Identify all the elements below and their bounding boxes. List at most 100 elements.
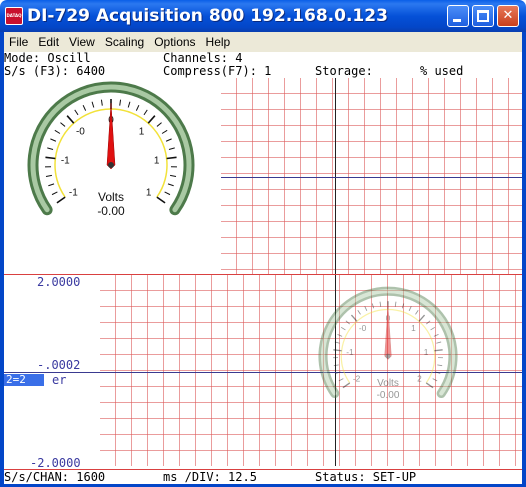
gauge-minor-tick — [47, 147, 54, 150]
maximize-icon — [477, 10, 489, 22]
status-line-2: S/s (F3): 6400 Compress(F7): 1 Storage: … — [4, 65, 522, 78]
sps-chan-label: S/s/CHAN: 1600 — [4, 470, 106, 484]
gauge-unit-label: Volts — [98, 190, 124, 204]
window-frame-right — [522, 32, 526, 487]
gauge-tick-label: -1 — [69, 187, 78, 198]
menu-edit[interactable]: Edit — [33, 32, 64, 52]
gauge-minor-tick — [91, 101, 95, 108]
gauge-minor-tick — [430, 326, 436, 331]
client-area: Mode: Oscill Channels: 4 S/s (F3): 6400 … — [4, 52, 522, 484]
gauge-minor-tick — [357, 309, 361, 315]
gauge-minor-tick — [100, 99, 103, 106]
close-icon: ✕ — [502, 8, 514, 23]
gauge-minor-tick — [74, 109, 79, 116]
gauge-tick-label: 1 — [146, 187, 152, 198]
gauge-minor-tick — [345, 320, 350, 325]
upper-cursor-line — [335, 78, 336, 274]
gauge-pivot — [108, 162, 114, 168]
gauge-minor-tick — [415, 309, 419, 315]
gauge-minor-tick — [119, 99, 122, 106]
gauge-tick-label: -0 — [359, 323, 367, 333]
gauge-minor-tick — [426, 320, 431, 325]
ms-div-label: ms /DIV: 12.5 — [163, 470, 257, 484]
menu-file[interactable]: File — [4, 32, 33, 52]
gauge-minor-tick — [433, 333, 439, 337]
gauge-minor-tick — [168, 147, 175, 150]
compress-label: Compress(F7): 1 — [163, 64, 272, 78]
gauge-major-tick — [425, 382, 434, 389]
analog-meter-faded[interactable]: -2-1-00112Volts-0.00 — [313, 284, 463, 420]
gauge-tick-label: -2 — [353, 373, 361, 383]
gauge-minor-tick — [334, 341, 340, 344]
app-logo-icon: DATAQ — [5, 7, 23, 25]
gauge-minor-tick — [435, 371, 441, 374]
gauge-major-tick — [333, 349, 342, 352]
gauge-tick-label: -1 — [346, 347, 354, 357]
gauge-major-tick — [342, 382, 351, 389]
status-label: Status: SET-UP — [315, 470, 417, 484]
menu-bar: File Edit View Scaling Options Help — [4, 32, 522, 52]
gauge-minor-tick — [371, 303, 375, 309]
gauge-major-tick — [418, 314, 426, 322]
menu-scaling[interactable]: Scaling — [100, 32, 149, 52]
menu-options[interactable]: Options — [149, 32, 200, 52]
gauge-minor-tick — [401, 303, 405, 309]
gauge-tick-label: 1 — [139, 127, 145, 138]
menu-help[interactable]: Help — [201, 32, 236, 52]
gauge-minor-tick — [45, 174, 52, 177]
gauge-minor-tick — [165, 138, 172, 142]
gauge-tick-label: -1 — [61, 156, 70, 167]
gauge-tick-label: -0 — [76, 127, 85, 138]
gauge-major-tick — [156, 196, 166, 204]
gauge-minor-tick — [54, 129, 61, 134]
gauge-minor-tick — [82, 104, 87, 111]
gauge-minor-tick — [364, 306, 368, 312]
gauge-tick-label: 1 — [154, 156, 160, 167]
analog-meter[interactable]: -1-1-00111Volts-0.00 — [21, 80, 201, 240]
gauge-major-tick — [166, 156, 177, 160]
gauge-major-tick — [66, 115, 75, 124]
scale-top-label: 2.0000 — [37, 275, 81, 289]
gauge-major-tick — [56, 196, 66, 204]
scale-mid-label: -.0002 — [37, 358, 81, 372]
gauge-minor-tick — [60, 122, 66, 127]
storage-used-label: % used — [420, 64, 464, 78]
gauge-minor-tick — [408, 306, 412, 312]
gauge-minor-tick — [340, 326, 346, 331]
gauge-reading: -0.00 — [377, 390, 400, 401]
gauge-minor-tick — [48, 183, 55, 187]
gauge-minor-tick — [333, 364, 339, 367]
gauge-major-tick — [147, 115, 156, 124]
gauge-minor-tick — [127, 101, 131, 108]
gauge-minor-tick — [437, 364, 443, 367]
gauge-minor-tick — [135, 104, 140, 111]
storage-label: Storage: — [315, 64, 373, 78]
gauge-minor-tick — [50, 138, 57, 142]
channel-tag[interactable]: 2=2 — [4, 374, 44, 386]
gauge-reading: -0.00 — [97, 204, 125, 218]
gauge-minor-tick — [338, 378, 344, 382]
gauge-minor-tick — [432, 378, 438, 382]
upper-trace — [221, 177, 522, 178]
gauge-minor-tick — [161, 129, 168, 134]
close-button[interactable]: ✕ — [497, 5, 519, 27]
menu-view[interactable]: View — [64, 32, 100, 52]
gauge-minor-tick — [337, 333, 343, 337]
gauge-needle — [106, 102, 116, 170]
gauge-tick-label: 2 — [417, 373, 422, 383]
gauge-minor-tick — [143, 109, 148, 116]
minimize-icon — [453, 19, 461, 22]
gauge-major-tick — [45, 156, 56, 160]
gauge-minor-tick — [394, 301, 397, 307]
gauge-minor-tick — [170, 174, 177, 177]
gauge-major-tick — [434, 349, 443, 352]
gauge-unit-label: Volts — [377, 378, 399, 389]
gauge-minor-tick — [335, 371, 341, 374]
gauge-pivot — [385, 353, 391, 359]
channel-suffix: er — [52, 373, 67, 387]
gauge-tick-label: 1 — [411, 323, 416, 333]
sample-rate-label: S/s (F3): 6400 — [4, 64, 106, 78]
maximize-button[interactable] — [472, 5, 494, 27]
gauge-minor-tick — [164, 191, 171, 196]
minimize-button[interactable] — [447, 5, 469, 27]
